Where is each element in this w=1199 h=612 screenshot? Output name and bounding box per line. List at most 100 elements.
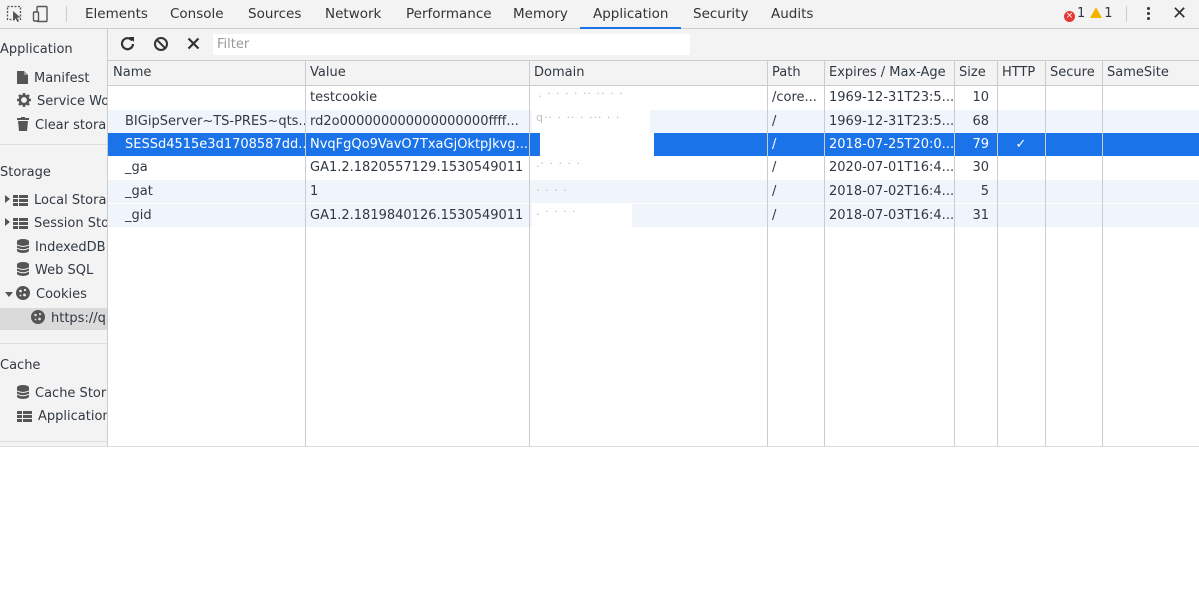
redacted-domain: . . . . (532, 180, 632, 203)
trash-icon (17, 117, 29, 139)
cell-secure (1045, 110, 1102, 133)
cookie-icon (16, 286, 30, 308)
column-header-http[interactable]: HTTP (997, 61, 1045, 85)
tab-elements[interactable]: Elements (85, 0, 148, 28)
sidebar-item-manifest[interactable]: Manifest (17, 68, 89, 90)
column-header-expires[interactable]: Expires / Max-Age (824, 61, 954, 85)
sidebar-divider (0, 144, 107, 145)
application-sidebar: Application Manifest Service Wo Clear st… (0, 29, 108, 446)
document-icon (17, 70, 28, 92)
sidebar-item-label: Cache Stor (35, 386, 107, 401)
cell-secure (1045, 156, 1102, 179)
sidebar-item-cookies[interactable]: Cookies (5, 284, 87, 306)
sidebar-item-label: Manifest (34, 71, 90, 86)
refresh-icon[interactable] (120, 36, 135, 55)
table-icon (13, 192, 28, 214)
cell-size: 5 (980, 184, 989, 199)
sidebar-item-cache-storage[interactable]: Cache Stor (16, 383, 107, 405)
tab-audits[interactable]: Audits (771, 0, 813, 28)
redacted-domain: .· · · · · (532, 156, 632, 179)
more-options-icon[interactable] (1145, 5, 1151, 23)
column-divider[interactable] (997, 61, 998, 446)
tab-application[interactable]: Application (579, 0, 682, 29)
cookies-table: Name Value Domain Path Expires / Max-Age… (108, 61, 1199, 446)
expand-triangle-icon[interactable] (5, 195, 10, 203)
cell-value: NvqFgQo9VavO7TxaGjOktpJkvg... (310, 137, 529, 152)
inspect-element-icon[interactable] (6, 5, 24, 27)
cell-value: GA1.2.1819840126.1530549011 (310, 208, 524, 223)
cell-http (997, 110, 1045, 133)
table-row-selected[interactable]: SESSd4515e3d1708587dd... NvqFgQo9VavO7Tx… (108, 133, 1199, 156)
tab-sources[interactable]: Sources (248, 0, 301, 28)
table-row[interactable]: _gat 1 . . . . / 2018-07-02T16:4... 5 (108, 180, 1199, 203)
filter-input[interactable] (213, 34, 690, 55)
column-header-domain[interactable]: Domain (529, 61, 767, 85)
redacted-domain (540, 133, 654, 156)
tab-memory[interactable]: Memory (513, 0, 568, 28)
cell-expires: 2020-07-01T16:4... (829, 160, 954, 175)
column-header-size[interactable]: Size (954, 61, 997, 85)
column-header-value[interactable]: Value (305, 61, 529, 85)
sidebar-item-session-storage[interactable]: Session Sto (5, 213, 107, 235)
table-row[interactable]: _gid GA1.2.1819840126.1530549011 . · · ·… (108, 204, 1199, 227)
cell-path: / (772, 208, 777, 223)
cell-secure (1045, 180, 1102, 203)
sidebar-item-cookie-origin[interactable]: https://q (0, 308, 107, 330)
sidebar-item-clear-storage[interactable]: Clear stora (17, 115, 106, 137)
sidebar-item-label: Service Wo (37, 94, 108, 109)
column-header-path[interactable]: Path (767, 61, 824, 85)
panel-bottom-edge (0, 446, 1199, 447)
cell-expires: 1969-12-31T23:5... (829, 90, 954, 105)
cell-name: BIGipServer~TS-PRES~qts... (125, 114, 305, 129)
column-header-name[interactable]: Name (108, 61, 305, 85)
database-icon (16, 239, 30, 261)
cell-size: 68 (972, 114, 989, 129)
cell-expires: 2018-07-03T16:4... (829, 208, 954, 223)
column-divider[interactable] (529, 61, 530, 446)
cell-name: _gat (125, 184, 153, 199)
error-warning-counter[interactable]: × 1 1 (1064, 0, 1113, 28)
table-row[interactable]: _ga GA1.2.1820557129.1530549011 .· · · ·… (108, 156, 1199, 179)
tab-console[interactable]: Console (170, 0, 224, 28)
sidebar-heading-storage: Storage (0, 165, 51, 180)
cell-size: 31 (972, 208, 989, 223)
sidebar-item-label: Application (38, 409, 108, 424)
collapse-triangle-icon[interactable] (5, 292, 13, 297)
table-row[interactable]: testcookie . · · · · ·· ·· · · /core... … (108, 86, 1199, 109)
warning-icon (1090, 7, 1103, 18)
column-divider[interactable] (305, 61, 306, 446)
column-divider[interactable] (824, 61, 825, 446)
expand-triangle-icon[interactable] (5, 218, 10, 226)
cell-http: ✓ (1015, 137, 1027, 152)
sidebar-item-indexeddb[interactable]: IndexedDB (16, 237, 106, 261)
column-divider[interactable] (1045, 61, 1046, 446)
cell-value: testcookie (310, 90, 378, 105)
toolbar-divider (1126, 6, 1127, 22)
cell-secure (1045, 86, 1102, 109)
cell-expires: 2018-07-25T20:0... (829, 137, 954, 152)
cookies-toolbar (108, 29, 1199, 61)
column-divider[interactable] (954, 61, 955, 446)
column-header-secure[interactable]: Secure (1045, 61, 1102, 85)
device-toolbar-icon[interactable] (32, 5, 50, 27)
table-row[interactable]: BIGipServer~TS-PRES~qts... rd2o000000000… (108, 110, 1199, 133)
delete-selected-icon[interactable] (187, 37, 200, 54)
redacted-domain: . · · · · ·· ·· · · (534, 86, 649, 109)
clear-all-icon[interactable] (153, 36, 169, 56)
error-count: 1 (1077, 6, 1086, 21)
cell-expires: 2018-07-02T16:4... (829, 184, 954, 199)
cell-path: /core... (772, 90, 817, 105)
sidebar-item-local-storage[interactable]: Local Stora (5, 190, 106, 212)
column-header-samesite[interactable]: SameSite (1102, 61, 1199, 85)
sidebar-item-label: Local Stora (34, 193, 107, 208)
tab-security[interactable]: Security (693, 0, 748, 28)
tab-performance[interactable]: Performance (406, 0, 492, 28)
column-divider[interactable] (767, 61, 768, 446)
close-icon[interactable]: ✕ (1172, 2, 1187, 26)
sidebar-item-application-cache[interactable]: Application (17, 406, 108, 428)
sidebar-item-web-sql[interactable]: Web SQL (16, 260, 93, 282)
tab-network[interactable]: Network (325, 0, 381, 28)
cell-expires: 1969-12-31T23:5... (829, 114, 954, 129)
sidebar-item-service-workers[interactable]: Service Wo (17, 91, 108, 113)
column-divider[interactable] (1102, 61, 1103, 446)
